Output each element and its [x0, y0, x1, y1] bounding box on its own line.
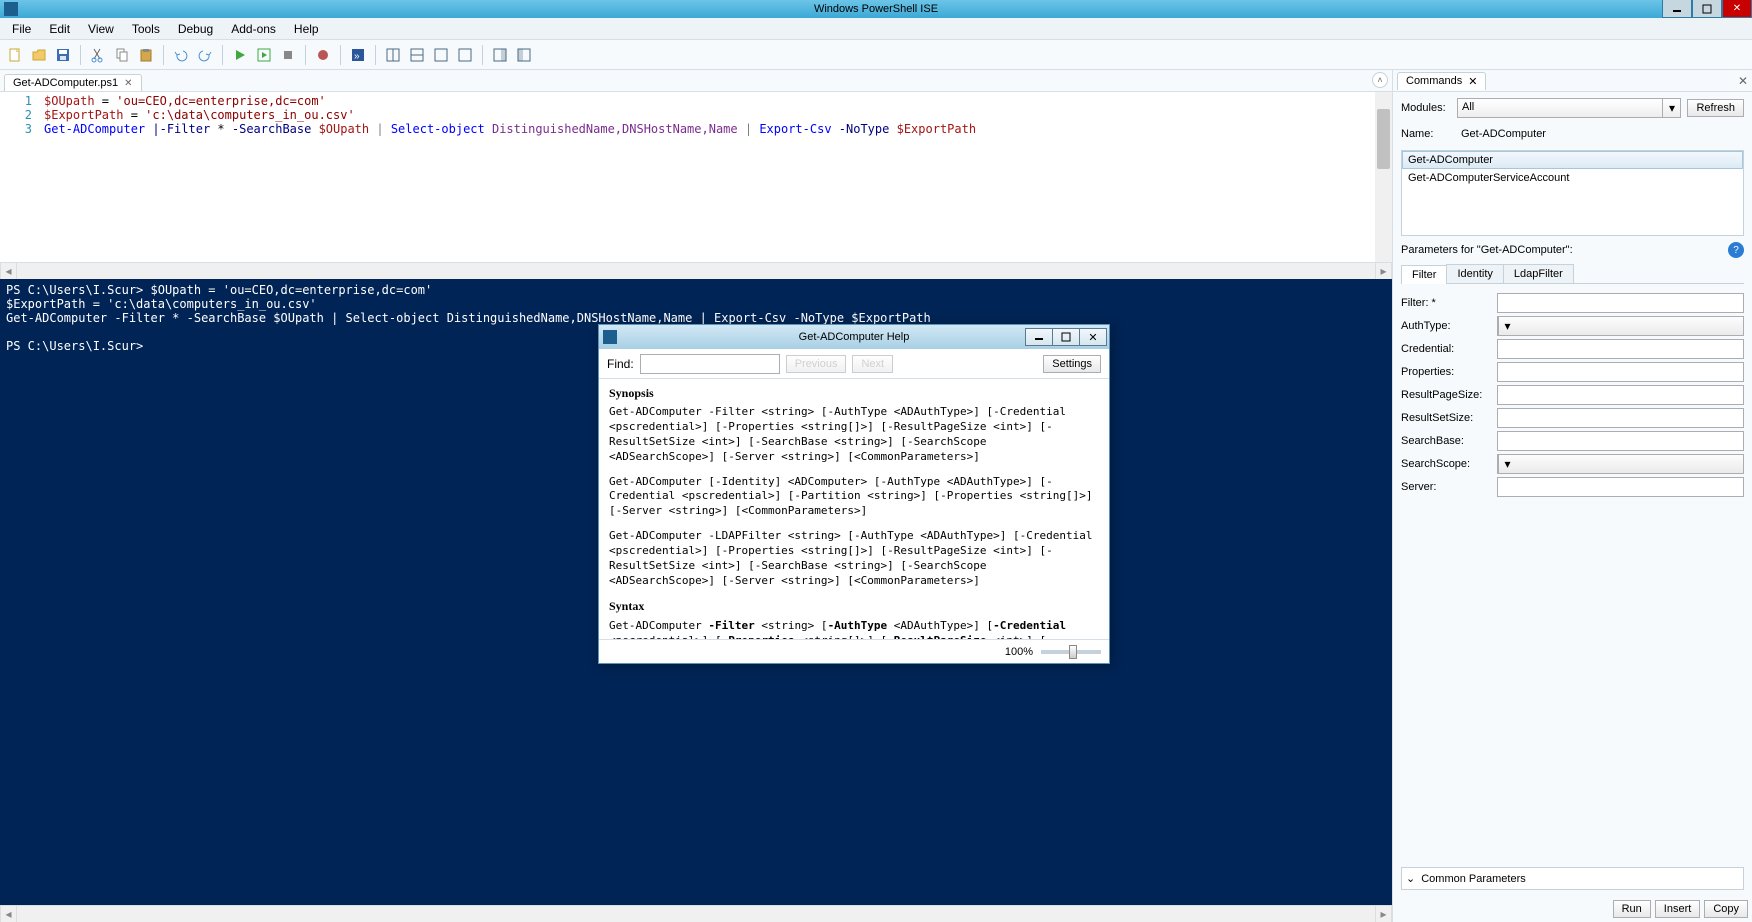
new-file-icon[interactable]	[4, 44, 26, 66]
stop-icon[interactable]	[277, 44, 299, 66]
breakpoint-icon[interactable]	[312, 44, 334, 66]
chevron-down-icon: ⌄	[1406, 872, 1415, 885]
find-label: Find:	[607, 357, 634, 371]
zoom-slider[interactable]	[1041, 650, 1101, 654]
close-tab-icon[interactable]: ✕	[124, 78, 132, 89]
copy-button[interactable]: Copy	[1704, 900, 1748, 918]
modules-dropdown[interactable]: All ▾	[1457, 98, 1681, 118]
common-parameters-expander[interactable]: ⌄ Common Parameters	[1401, 867, 1744, 890]
svg-text:»: »	[354, 51, 360, 62]
menu-file[interactable]: File	[4, 20, 39, 38]
name-label: Name:	[1401, 128, 1451, 140]
script-editor[interactable]: 123 $OUpath = 'ou=CEO,dc=enterprise,dc=c…	[0, 92, 1392, 262]
console-horizontal-scrollbar[interactable]: ◂▸	[0, 905, 1392, 922]
commands-pane: Commands ✕ ✕ Modules: All ▾ Refresh Name…	[1392, 70, 1752, 922]
insert-button[interactable]: Insert	[1655, 900, 1701, 918]
previous-button[interactable]: Previous	[786, 355, 847, 373]
collapse-script-pane-icon[interactable]: ˄	[1372, 72, 1388, 88]
commands-tab[interactable]: Commands ✕	[1397, 72, 1486, 90]
run-button[interactable]: Run	[1613, 900, 1651, 918]
run-icon[interactable]	[229, 44, 251, 66]
close-button[interactable]: ✕	[1722, 0, 1752, 18]
editor-horizontal-scrollbar[interactable]: ◂▸	[0, 262, 1392, 279]
help-window: Get-ADComputer Help ✕ Find: Previous Nex…	[598, 324, 1110, 664]
window-title: Windows PowerShell ISE	[814, 3, 938, 15]
help-close-button[interactable]: ✕	[1079, 328, 1107, 346]
name-input[interactable]	[1457, 124, 1744, 144]
close-pane-icon[interactable]: ✕	[1738, 74, 1748, 88]
list-item[interactable]: Get-ADComputerServiceAccount	[1402, 169, 1743, 187]
zoom-label: 100%	[1005, 646, 1033, 658]
tab-filter[interactable]: Filter	[1401, 265, 1447, 284]
help-titlebar[interactable]: Get-ADComputer Help ✕	[599, 325, 1109, 349]
close-commands-tab-icon[interactable]: ✕	[1468, 75, 1477, 88]
help-icon[interactable]: ?	[1728, 242, 1744, 258]
show-script-pane-icon[interactable]	[489, 44, 511, 66]
layout1-icon[interactable]	[382, 44, 404, 66]
open-file-icon[interactable]	[28, 44, 50, 66]
help-app-icon	[603, 330, 617, 344]
line-gutter: 123	[0, 92, 40, 262]
next-button[interactable]: Next	[852, 355, 893, 373]
resultpagesize-input[interactable]	[1497, 385, 1744, 405]
modules-label: Modules:	[1401, 102, 1451, 114]
paste-icon[interactable]	[135, 44, 157, 66]
properties-input[interactable]	[1497, 362, 1744, 382]
find-input[interactable]	[640, 354, 780, 374]
menu-bar: File Edit View Tools Debug Add-ons Help	[0, 18, 1752, 40]
list-item[interactable]: Get-ADComputer	[1402, 151, 1743, 169]
layout3-icon[interactable]	[430, 44, 452, 66]
menu-help[interactable]: Help	[286, 20, 327, 38]
settings-button[interactable]: Settings	[1043, 355, 1101, 373]
searchscope-dropdown[interactable]: ▾	[1497, 454, 1744, 474]
help-minimize-button[interactable]	[1025, 328, 1053, 346]
menu-view[interactable]: View	[80, 20, 122, 38]
file-tabstrip: Get-ADComputer.ps1 ✕ ˄	[0, 70, 1392, 92]
parameter-set-tabs: Filter Identity LdapFilter	[1401, 264, 1744, 284]
powershell-icon[interactable]: »	[347, 44, 369, 66]
show-command-addon-icon[interactable]	[513, 44, 535, 66]
maximize-button[interactable]	[1692, 0, 1722, 18]
searchbase-input[interactable]	[1497, 431, 1744, 451]
toolbar: »	[0, 40, 1752, 70]
minimize-button[interactable]	[1662, 0, 1692, 18]
dropdown-arrow-icon: ▾	[1662, 99, 1680, 117]
authtype-dropdown[interactable]: ▾	[1497, 316, 1744, 336]
menu-tools[interactable]: Tools	[124, 20, 168, 38]
command-results-list[interactable]: Get-ADComputer Get-ADComputerServiceAcco…	[1401, 150, 1744, 236]
menu-debug[interactable]: Debug	[170, 20, 221, 38]
menu-addons[interactable]: Add-ons	[223, 20, 284, 38]
help-content[interactable]: Synopsis Get-ADComputer -Filter <string>…	[599, 379, 1109, 639]
tab-ldapfilter[interactable]: LdapFilter	[1503, 264, 1574, 283]
layout2-icon[interactable]	[406, 44, 428, 66]
layout4-icon[interactable]	[454, 44, 476, 66]
parameter-form: Filter: * AuthType:▾ Credential: Propert…	[1401, 290, 1744, 861]
parameters-header: Parameters for "Get-ADComputer":	[1401, 244, 1573, 256]
tab-identity[interactable]: Identity	[1446, 264, 1503, 283]
undo-icon[interactable]	[170, 44, 192, 66]
help-maximize-button[interactable]	[1052, 328, 1080, 346]
menu-edit[interactable]: Edit	[41, 20, 78, 38]
server-input[interactable]	[1497, 477, 1744, 497]
copy-icon[interactable]	[111, 44, 133, 66]
cut-icon[interactable]	[87, 44, 109, 66]
redo-icon[interactable]	[194, 44, 216, 66]
save-icon[interactable]	[52, 44, 74, 66]
editor-vertical-scrollbar[interactable]	[1375, 92, 1392, 262]
app-icon	[4, 2, 18, 16]
file-tab[interactable]: Get-ADComputer.ps1 ✕	[4, 74, 142, 91]
credential-input[interactable]	[1497, 339, 1744, 359]
file-tab-label: Get-ADComputer.ps1	[13, 77, 118, 89]
filter-input[interactable]	[1497, 293, 1744, 313]
code-content: $OUpath = 'ou=CEO,dc=enterprise,dc=com' …	[40, 92, 980, 262]
window-titlebar: Windows PowerShell ISE ✕	[0, 0, 1752, 18]
resultsetsize-input[interactable]	[1497, 408, 1744, 428]
run-selection-icon[interactable]	[253, 44, 275, 66]
refresh-button[interactable]: Refresh	[1687, 99, 1744, 117]
